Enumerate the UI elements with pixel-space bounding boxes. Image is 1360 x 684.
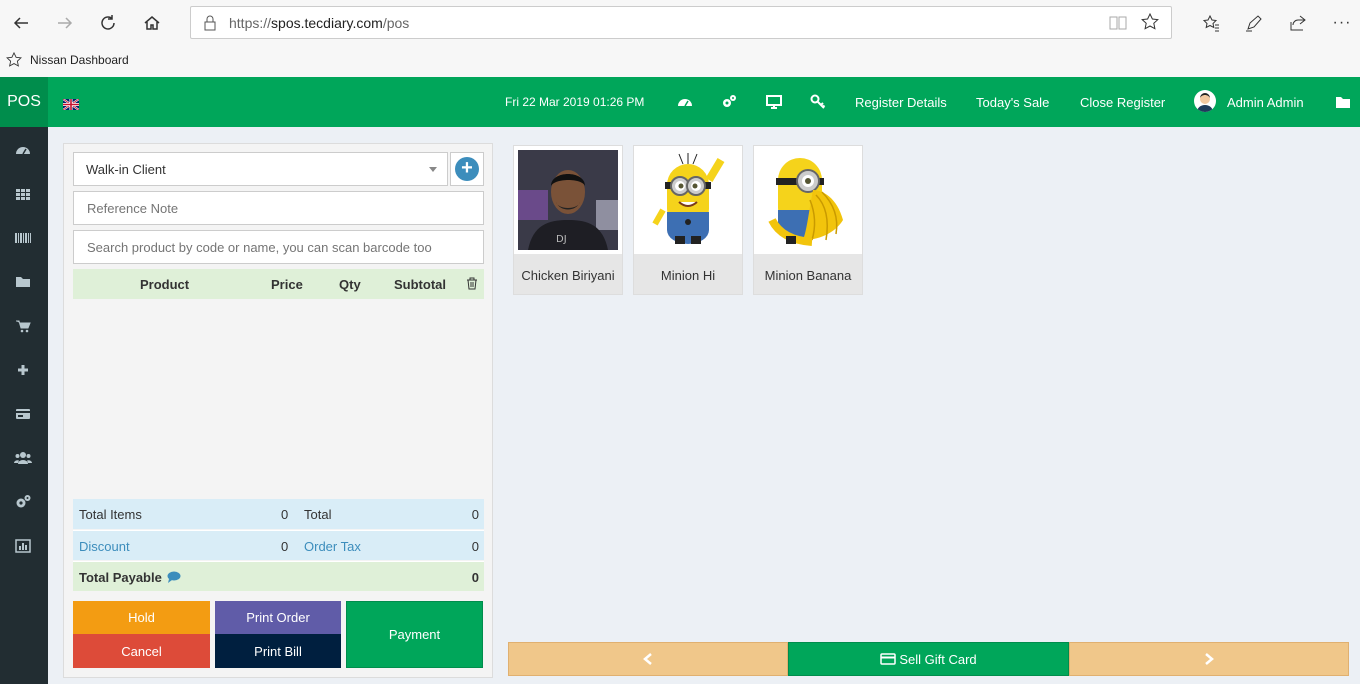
star-icon[interactable] [1141,12,1159,36]
product-name: Chicken Biriyani [521,268,615,283]
dashboard-icon[interactable] [677,94,693,110]
chevron-down-icon [429,167,437,172]
favorites-bar: Nissan Dashboard [0,45,1360,77]
close-register-link[interactable]: Close Register [1080,95,1165,110]
folder-icon[interactable] [1335,94,1351,110]
product-image [754,146,862,254]
next-button[interactable] [1069,642,1349,676]
product-search-input[interactable] [73,230,484,264]
chevron-right-icon [1205,653,1214,665]
address-bar[interactable]: https://spos.tecdiary.com/pos [190,6,1172,39]
settings-icon[interactable] [721,94,737,110]
comment-icon[interactable] [167,571,181,586]
favorites-icon[interactable] [1200,12,1222,34]
customer-select[interactable]: Walk-in Client [73,152,448,186]
barcode-icon[interactable] [14,229,32,247]
product-image: DJ [514,146,622,254]
reading-view-icon[interactable] [1109,15,1127,36]
discount-link[interactable]: Discount [79,539,130,554]
settings-icon[interactable] [14,493,32,511]
credit-card-icon[interactable] [14,405,32,423]
app-logo[interactable]: POS [0,77,48,127]
main-content: Walk-in Client + Product Price Qty Subto… [48,127,1360,684]
payment-button[interactable]: Payment [346,601,483,668]
add-customer-button[interactable]: + [450,152,484,186]
column-product: Product [140,277,190,292]
user-name[interactable]: Admin Admin [1227,95,1304,110]
lock-icon [203,15,217,36]
cart-icon[interactable] [14,317,32,335]
chart-icon[interactable] [14,537,32,555]
total-payable-value: 0 [471,570,479,585]
order-items-list [73,299,484,499]
svg-text:DJ: DJ [556,234,567,245]
cancel-button[interactable]: Cancel [73,634,210,668]
product-card[interactable]: Minion Banana [753,145,863,295]
users-icon[interactable] [14,449,32,467]
total-items-row: Total Items 0 Total 0 [73,499,484,529]
avatar[interactable] [1194,90,1216,112]
order-tax-link[interactable]: Order Tax [304,539,361,554]
product-image [634,146,742,254]
sell-gift-card-label: Sell Gift Card [899,651,977,667]
chevron-left-icon [643,653,652,665]
credit-card-icon [880,653,897,665]
sell-gift-card-button[interactable]: Sell Gift Card [788,642,1069,676]
home-icon[interactable] [141,12,163,34]
pen-icon[interactable] [1243,12,1265,34]
url-text: https://spos.tecdiary.com/pos [229,15,410,31]
sidebar [0,127,48,684]
order-tax-value: 0 [471,539,479,554]
print-bill-button[interactable]: Print Bill [215,634,341,668]
app-header: POS Fri 22 Mar 2019 01:26 PM Register De… [0,77,1360,127]
product-card[interactable]: Minion Hi [633,145,743,295]
order-table-header: Product Price Qty Subtotal [73,269,484,299]
key-icon[interactable] [810,94,826,110]
previous-button[interactable] [508,642,788,676]
date-time: Fri 22 Mar 2019 01:26 PM [505,95,645,109]
register-details-link[interactable]: Register Details [855,95,947,110]
browser-toolbar: https://spos.tecdiary.com/pos ··· [0,0,1360,45]
forward-icon[interactable] [54,12,76,34]
column-qty: Qty [339,277,361,292]
total-payable-row: Total Payable 0 [73,561,484,591]
uk-flag-icon[interactable] [62,97,80,111]
back-icon[interactable] [10,12,32,34]
product-name: Minion Hi [660,268,716,283]
reference-note-input[interactable] [73,191,484,225]
column-price: Price [271,277,303,292]
trash-icon[interactable] [466,277,478,293]
total-items-value: 0 [281,507,289,522]
hold-button[interactable]: Hold [73,601,210,634]
refresh-icon[interactable] [97,12,119,34]
product-pager: Sell Gift Card [508,642,1349,676]
folder-icon[interactable] [14,273,32,291]
order-panel: Walk-in Client + Product Price Qty Subto… [63,143,493,678]
todays-sale-link[interactable]: Today's Sale [976,95,1049,110]
grid-icon[interactable] [14,185,32,203]
favorite-item[interactable]: Nissan Dashboard [30,53,129,67]
star-icon [6,51,22,73]
plus-circle-icon: + [455,157,479,181]
total-label: Total [304,507,332,522]
total-items-label: Total Items [79,507,142,522]
monitor-icon[interactable] [766,94,782,110]
discount-value: 0 [281,539,289,554]
more-icon[interactable]: ··· [1331,12,1353,34]
dashboard-icon[interactable] [14,141,32,159]
product-card[interactable]: DJ Chicken Biriyani [513,145,623,295]
total-value: 0 [471,507,479,522]
column-subtotal: Subtotal [394,277,446,292]
share-icon[interactable] [1287,12,1309,34]
print-order-button[interactable]: Print Order [215,601,341,634]
product-name: Minion Banana [764,268,852,283]
customer-value: Walk-in Client [86,162,166,177]
plus-icon[interactable] [14,361,32,379]
discount-row: Discount 0 Order Tax 0 [73,530,484,560]
total-payable-label: Total Payable [79,570,162,585]
